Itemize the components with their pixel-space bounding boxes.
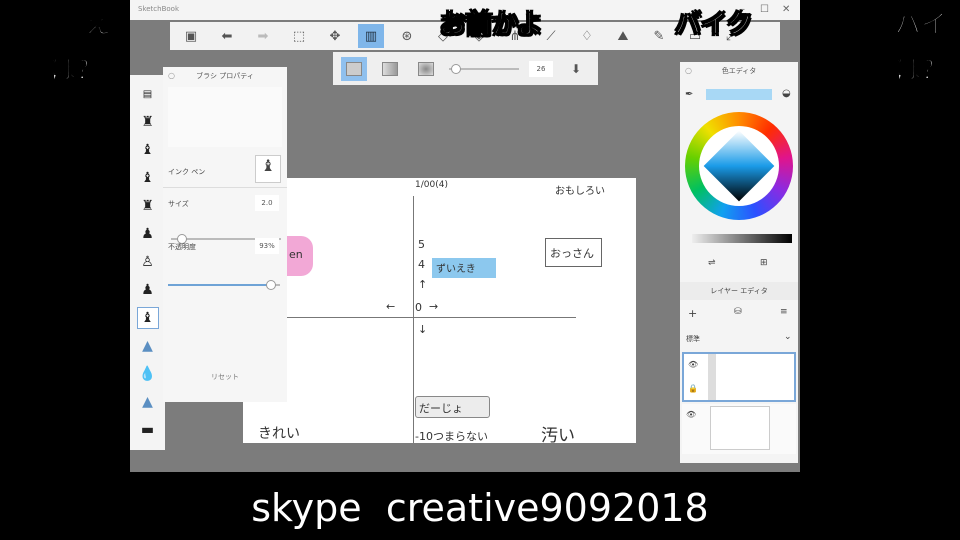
transform-icon[interactable]: ✥ [322,24,348,48]
brush-panel-title: ブラシ プロパティ [196,72,254,80]
canvas-text: 汚い [541,426,575,443]
opacity-value[interactable]: 93% [255,238,279,254]
right-panel: 色エディタ ○ ✒ ◒ ⇌ ⊞ レイヤー エディタ + ⛁ ≡ 標準 ⌄ 👁 🔒… [680,62,798,463]
airbrush-edge-button[interactable] [413,57,439,81]
chevron-down-icon[interactable]: ⌄ [784,332,792,342]
select-icon[interactable]: ⬚ [286,24,312,48]
size-slider[interactable] [449,63,519,74]
stream-caption: skype creative9092018 [251,486,709,530]
brush-name: インク ペン [168,168,206,176]
airbrush-icon[interactable]: ▲ [137,335,159,357]
image-icon[interactable]: ⛰ [610,24,636,48]
viewer-comment: お前かよ [440,10,544,41]
ink-pen-icon[interactable]: ♝ [136,307,159,329]
canvas-text: ずいえき [432,258,496,278]
pencil-brush-icon[interactable]: ♜ [137,111,159,133]
panel-pin-icon[interactable]: ○ [168,71,175,80]
brush-sub-toolbar: 26 ⬇ [333,52,598,85]
viewer-comment: バイ [894,10,948,41]
window-title: SketchBook [138,5,180,13]
stroke-preview [168,87,282,147]
canvas-text: きれい [258,426,300,442]
color-icon[interactable]: ⊛ [394,24,420,48]
layer-clipboard-icon[interactable]: ⛁ [734,307,742,317]
pen-icon[interactable]: ✎ [646,24,672,48]
ballpoint-icon[interactable]: ♟ [137,279,159,301]
triangle-brush-icon[interactable]: ▲ [137,391,159,413]
grayscale-swatches[interactable] [692,234,792,243]
soft-edge-button[interactable] [377,57,403,81]
technical-pen-icon[interactable]: ♟ [137,223,159,245]
canvas-text: 0 [415,301,422,314]
opacity-slider[interactable] [168,280,280,290]
hard-edge-button[interactable] [341,56,367,81]
library-icon[interactable]: ▤ [137,83,159,105]
eyedropper-icon[interactable]: ✒ [685,89,693,100]
viewer-comment: バイク [674,10,753,41]
maximize-button[interactable]: ☐ [760,4,769,15]
pen-brush-icon[interactable]: ♝ [137,167,159,189]
pressure-icon[interactable]: ⬇ [563,57,589,81]
fine-pen-icon[interactable]: ♙ [137,251,159,273]
color-sliders-icon[interactable]: ⇌ [708,258,716,268]
brush-thumbnail-button[interactable]: ♝ [255,155,281,183]
reset-button[interactable]: リセット [211,372,239,382]
layer-thumbnail [710,406,770,450]
color-panel-title: 色エディタ [721,67,757,75]
layer-opacity-slider[interactable] [708,354,716,400]
color-mode-icon[interactable]: ◒ [782,88,791,99]
color-grid-icon[interactable]: ⊞ [760,258,768,268]
canvas-text: おもしろい [555,186,605,197]
canvas-text: -10つまらない [415,430,488,443]
layer-item-active[interactable]: 👁 🔒 [682,352,796,402]
canvas-text: 5 [418,238,425,251]
canvas-text: だーじょ [415,396,490,418]
eraser-icon[interactable]: ▬ [137,419,159,441]
viewer-comment: は？ [49,56,103,87]
panel-pin-icon[interactable]: ○ [685,66,692,75]
eye-icon[interactable]: 👁 [686,410,696,419]
size-value[interactable]: 2.0 [255,195,279,211]
sketchbook-window: SketchBook – ☐ ✕ ▣ ⬅ ➡ ⬚ ✥ ▥ ⊛ ◇ ◈ ⋔ ⟋ ♢… [130,0,800,472]
eye-icon[interactable]: 👁 [688,360,698,369]
blend-mode-select[interactable]: 標準 [686,334,700,344]
size-value[interactable]: 26 [529,60,553,77]
viewer-comment: は？ [894,56,948,87]
stroke-icon[interactable]: ♢ [574,24,600,48]
drawing-canvas[interactable]: 1/00(4) おもしろい en 5 4 ずいえき ← 0 → ↑ ↓ おっさん… [243,178,636,443]
undo-icon[interactable]: ⬅ [214,24,240,48]
chisel-brush-icon[interactable]: ♜ [137,195,159,217]
canvas-text: 4 [418,258,425,271]
gallery-icon[interactable]: ▣ [178,24,204,48]
viewer-comment: え [84,10,112,41]
drop-brush-icon[interactable]: 💧 [137,363,159,385]
brush-properties-panel: ブラシ プロパティ ○ インク ペン ♝ サイズ 2.0 不透明度 93% リセ… [163,67,287,402]
close-button[interactable]: ✕ [782,4,790,15]
redo-icon[interactable]: ➡ [250,24,276,48]
opacity-label: 不透明度 [168,243,196,251]
layer-panel-title: レイヤー エディタ [680,282,798,300]
brush-library-strip: ▤ ♜ ♝ ♝ ♜ ♟ ♙ ♟ ♝ ▲ 💧 ▲ ▬ [130,75,165,450]
current-color-swatch[interactable] [706,89,772,100]
size-label: サイズ [168,200,189,208]
layer-menu-icon[interactable]: ≡ [780,307,788,317]
y-axis-line [413,196,414,443]
add-layer-icon[interactable]: + [688,307,697,320]
marker-brush-icon[interactable]: ♝ [137,139,159,161]
x-axis-line [243,317,576,318]
color-wheel[interactable] [685,112,793,220]
canvas-text: おっさん [545,238,602,267]
lock-icon[interactable]: 🔒 [688,384,698,393]
layer-item[interactable]: 👁 [682,404,796,454]
canvas-text: 1/00(4) [415,180,448,190]
brush-icon[interactable]: ▥ [358,24,384,48]
